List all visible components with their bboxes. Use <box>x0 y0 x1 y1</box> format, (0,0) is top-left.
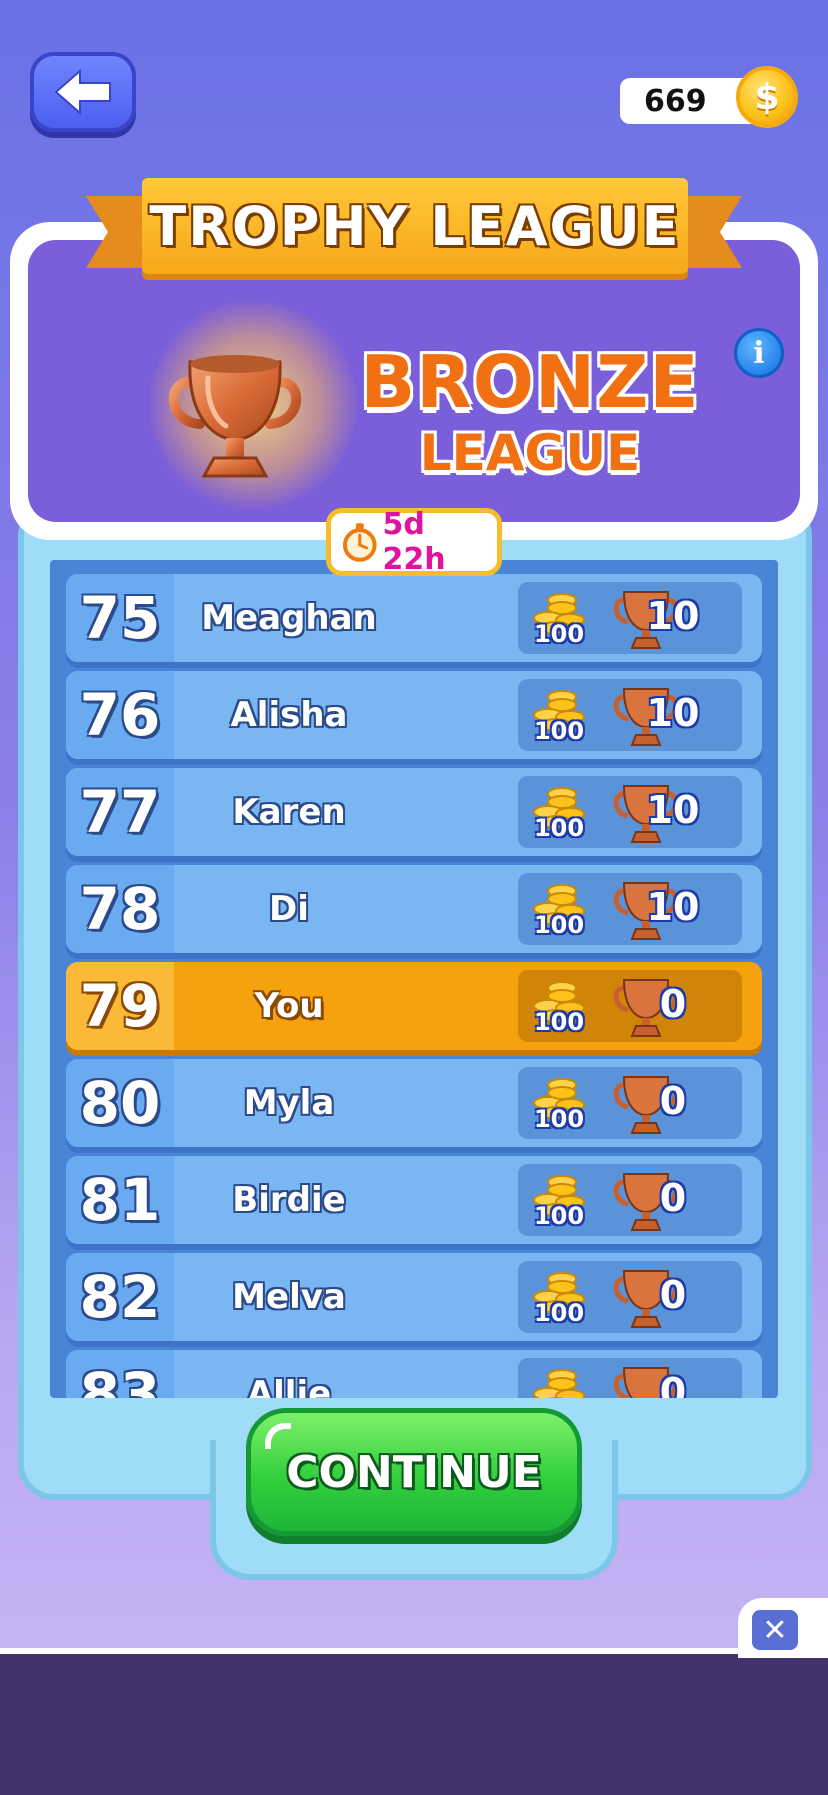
reward-box: 100 10 <box>518 873 742 945</box>
bottom-bar <box>0 1648 828 1795</box>
trophy-count: 0 <box>659 1370 687 1398</box>
leaderboard-rows: 75 Meaghan 100 10 76 Alisha 100 10 77 Karen 100 10 7… <box>50 560 778 1398</box>
close-button[interactable]: ✕ <box>752 1610 798 1650</box>
leaderboard-row: 78 Di 100 10 <box>66 865 762 953</box>
reward-box: 100 10 <box>518 679 742 751</box>
coin-reward: 100 <box>533 717 585 745</box>
coin-icon: $ <box>736 66 798 128</box>
page-title: TROPHY LEAGUE <box>149 194 681 258</box>
reward-box: 100 10 <box>518 776 742 848</box>
player-name: Di <box>269 889 309 929</box>
trophy-count: 0 <box>659 1176 687 1220</box>
coin-symbol: $ <box>754 76 780 118</box>
back-arrow-icon <box>54 68 111 116</box>
info-button[interactable]: i <box>734 328 784 378</box>
player-name: Allie <box>246 1374 332 1398</box>
rank-number: 79 <box>79 972 161 1040</box>
player-name: Myla <box>243 1083 335 1123</box>
player-name: Birdie <box>232 1180 346 1220</box>
rank-number: 81 <box>79 1166 161 1234</box>
rank-number: 77 <box>79 778 161 846</box>
rank-cell: 75 <box>66 574 174 662</box>
leaderboard-row: 77 Karen 100 10 <box>66 768 762 856</box>
reward-box: 100 0 <box>518 1358 742 1398</box>
trophy-count: 0 <box>659 982 687 1026</box>
leaderboard-row: 83 Allie 100 0 <box>66 1350 762 1398</box>
rank-cell: 81 <box>66 1156 174 1244</box>
back-button[interactable] <box>30 52 136 132</box>
rank-number: 76 <box>79 681 161 749</box>
leaderboard-row: 81 Birdie 100 0 <box>66 1156 762 1244</box>
continue-button[interactable]: CONTINUE <box>246 1408 582 1536</box>
coin-reward: 100 <box>533 620 585 648</box>
trophy-count: 0 <box>659 1273 687 1317</box>
leaderboard-row: 82 Melva 100 0 <box>66 1253 762 1341</box>
trophy-count: 10 <box>646 788 700 832</box>
rank-cell: 76 <box>66 671 174 759</box>
bronze-trophy-icon <box>168 355 302 478</box>
rank-number: 75 <box>79 584 161 652</box>
player-name: Meaghan <box>201 598 377 638</box>
close-icon: ✕ <box>762 1612 788 1648</box>
trophy-count: 10 <box>646 594 700 638</box>
coin-count: 669 <box>644 83 707 119</box>
leaderboard-row-you: 79 You 100 0 <box>66 962 762 1050</box>
league-name: BRONZE <box>360 340 700 424</box>
coin-reward: 100 <box>533 911 585 939</box>
rank-number: 82 <box>79 1263 161 1331</box>
leaderboard-row: 76 Alisha 100 10 <box>66 671 762 759</box>
leaderboard-list[interactable]: 75 Meaghan 100 10 76 Alisha 100 10 77 Karen 100 10 7… <box>50 560 778 1398</box>
player-name: You <box>254 986 324 1026</box>
rank-number: 80 <box>79 1069 161 1137</box>
trophy-count: 10 <box>646 691 700 735</box>
rank-cell: 78 <box>66 865 174 953</box>
timer-text: 5d 22h <box>382 507 446 577</box>
leaderboard-row: 80 Myla 100 0 <box>66 1059 762 1147</box>
reward-box: 100 10 <box>518 582 742 654</box>
trophy-count: 10 <box>646 885 700 929</box>
info-icon: i <box>753 335 765 371</box>
continue-label: CONTINUE <box>286 1446 542 1498</box>
player-name: Melva <box>232 1277 346 1317</box>
player-name: Karen <box>232 792 346 832</box>
league-timer: 5d 22h <box>326 507 502 577</box>
coin-reward: 100 <box>533 814 585 842</box>
coin-reward: 100 <box>533 1105 585 1133</box>
leaderboard-row: 75 Meaghan 100 10 <box>66 574 762 662</box>
reward-box: 100 0 <box>518 1261 742 1333</box>
reward-box: 100 0 <box>518 1164 742 1236</box>
rank-cell: 83 <box>66 1350 174 1398</box>
stopwatch-icon <box>342 523 377 562</box>
league-subtitle: LEAGUE <box>419 424 641 482</box>
coin-reward: 100 <box>526 1396 592 1398</box>
coin-reward: 100 <box>533 1202 585 1230</box>
coin-reward: 100 <box>533 1008 585 1036</box>
rank-cell: 82 <box>66 1253 174 1341</box>
reward-box: 100 0 <box>518 970 742 1042</box>
trophy-count: 0 <box>659 1079 687 1123</box>
rank-cell: 79 <box>66 962 174 1050</box>
coin-stack-icon <box>533 1369 585 1398</box>
reward-box: 100 0 <box>518 1067 742 1139</box>
rank-number: 78 <box>79 875 161 943</box>
button-gloss <box>265 1423 291 1449</box>
rank-cell: 80 <box>66 1059 174 1147</box>
player-name: Alisha <box>230 695 348 735</box>
rank-number: 83 <box>79 1360 161 1398</box>
coin-reward: 100 <box>533 1299 585 1327</box>
title-ribbon: TROPHY LEAGUE <box>142 178 688 274</box>
rank-cell: 77 <box>66 768 174 856</box>
